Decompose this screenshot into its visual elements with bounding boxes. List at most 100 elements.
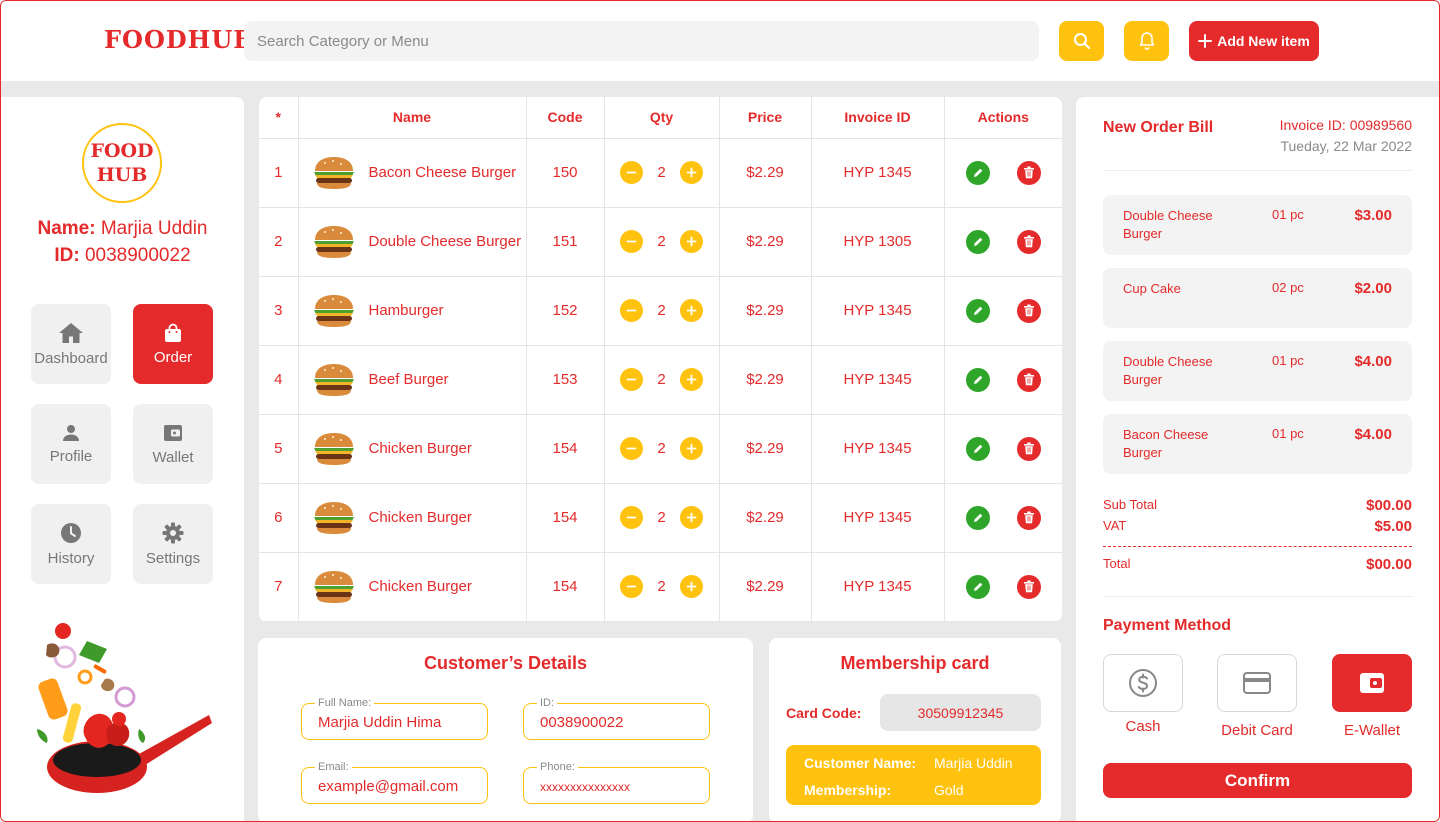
app-logo[interactable]: FOODHUB bbox=[104, 25, 255, 54]
burger-image bbox=[313, 363, 354, 396]
row-price: $2.29 bbox=[719, 207, 812, 277]
edit-button[interactable] bbox=[965, 229, 990, 254]
nav-profile-label: Profile bbox=[49, 447, 93, 465]
payment-cash-button[interactable] bbox=[1103, 654, 1183, 712]
bill-item-price: $2.00 bbox=[1354, 280, 1392, 297]
phone-field[interactable]: Phone: bbox=[523, 761, 710, 804]
edit-button[interactable] bbox=[965, 160, 990, 185]
edit-button[interactable] bbox=[965, 436, 990, 461]
add-new-item-button[interactable]: Add New item bbox=[1189, 21, 1319, 61]
search-input[interactable] bbox=[244, 21, 1039, 61]
delete-button[interactable] bbox=[1016, 436, 1041, 461]
burger-image bbox=[313, 156, 354, 189]
full-name-input[interactable] bbox=[302, 704, 487, 739]
nav-history[interactable]: History bbox=[31, 504, 111, 584]
col-header-code[interactable]: Code bbox=[526, 97, 605, 139]
edit-button[interactable] bbox=[965, 505, 990, 530]
row-index: 4 bbox=[259, 345, 299, 415]
payment-divider bbox=[1103, 596, 1412, 597]
edit-button[interactable] bbox=[965, 298, 990, 323]
qty-increase-button[interactable] bbox=[679, 575, 703, 598]
qty-decrease-button[interactable] bbox=[620, 230, 644, 253]
payment-debit-card-button[interactable] bbox=[1217, 654, 1297, 712]
minus-icon bbox=[626, 516, 637, 519]
qty-decrease-button[interactable] bbox=[620, 506, 644, 529]
table-row[interactable]: 5 Chicken Burger 154 2 $2.29 HYP 1345 bbox=[259, 414, 1062, 484]
nav-wallet[interactable]: Wallet bbox=[133, 404, 213, 484]
bill-item[interactable]: Cup Cake 02 pc $2.00 bbox=[1103, 268, 1412, 328]
search-button[interactable] bbox=[1059, 21, 1104, 61]
qty-increase-button[interactable] bbox=[679, 230, 703, 253]
row-item-name: Double Cheese Burger bbox=[368, 233, 522, 250]
row-index: 7 bbox=[259, 552, 299, 622]
row-qty-value: 2 bbox=[657, 440, 666, 457]
qty-decrease-button[interactable] bbox=[620, 161, 644, 184]
table-row[interactable]: 4 Beef Burger 153 2 $2.29 HYP 1345 bbox=[259, 345, 1062, 415]
add-new-item-label: Add New item bbox=[1217, 33, 1310, 49]
qty-decrease-button[interactable] bbox=[620, 368, 644, 391]
wallet-icon bbox=[1360, 673, 1384, 693]
pencil-icon bbox=[973, 444, 983, 453]
qty-increase-button[interactable] bbox=[679, 161, 703, 184]
bill-item[interactable]: Double Cheese Burger 01 pc $3.00 bbox=[1103, 195, 1412, 255]
full-name-field[interactable]: Full Name: bbox=[301, 697, 488, 740]
col-header-price[interactable]: Price bbox=[719, 97, 812, 139]
delete-button[interactable] bbox=[1016, 160, 1041, 185]
bill-item[interactable]: Double Cheese Burger 01 pc $4.00 bbox=[1103, 341, 1412, 401]
bill-item[interactable]: Bacon Cheese Burger 01 pc $4.00 bbox=[1103, 414, 1412, 474]
burger-image bbox=[313, 432, 354, 465]
confirm-button[interactable]: Confirm bbox=[1103, 763, 1412, 798]
bill-title: New Order Bill bbox=[1103, 119, 1214, 136]
phone-input[interactable] bbox=[524, 768, 709, 803]
edit-button[interactable] bbox=[965, 367, 990, 392]
row-price: $2.29 bbox=[719, 276, 812, 346]
credit-card-icon bbox=[1243, 672, 1271, 694]
customer-id-field[interactable]: ID: bbox=[523, 697, 710, 740]
col-header-name[interactable]: Name bbox=[298, 97, 527, 139]
table-row[interactable]: 6 Chicken Burger 154 2 $2.29 HYP 1345 bbox=[259, 483, 1062, 553]
delete-button[interactable] bbox=[1016, 367, 1041, 392]
row-invoice: HYP 1345 bbox=[811, 552, 945, 622]
row-qty-value: 2 bbox=[657, 371, 666, 388]
qty-increase-button[interactable] bbox=[679, 368, 703, 391]
total-value: $00.00 bbox=[1366, 556, 1412, 573]
col-header-qty[interactable]: Qty bbox=[604, 97, 720, 139]
row-name-cell: Bacon Cheese Burger bbox=[298, 138, 527, 208]
user-name: Name: Marjia Uddin bbox=[1, 218, 244, 240]
table-row[interactable]: 1 Bacon Cheese Burger 150 2 $2.29 HYP 1345 bbox=[259, 138, 1062, 208]
payment-ewallet-button[interactable] bbox=[1332, 654, 1412, 712]
row-name-cell: Chicken Burger bbox=[298, 552, 527, 622]
wallet-icon bbox=[164, 424, 182, 441]
bell-icon bbox=[1139, 32, 1154, 50]
delete-button[interactable] bbox=[1016, 298, 1041, 323]
qty-increase-button[interactable] bbox=[679, 299, 703, 322]
nav-profile[interactable]: Profile bbox=[31, 404, 111, 484]
delete-button[interactable] bbox=[1016, 229, 1041, 254]
email-input[interactable] bbox=[302, 768, 487, 803]
delete-button[interactable] bbox=[1016, 574, 1041, 599]
qty-increase-button[interactable] bbox=[679, 506, 703, 529]
nav-dashboard[interactable]: Dashboard bbox=[31, 304, 111, 384]
edit-button[interactable] bbox=[965, 574, 990, 599]
delete-button[interactable] bbox=[1016, 505, 1041, 530]
table-row[interactable]: 3 Hamburger 152 2 $2.29 HYP 1345 bbox=[259, 276, 1062, 346]
nav-order[interactable]: Order bbox=[133, 304, 213, 384]
row-actions-cell bbox=[944, 345, 1062, 415]
pencil-icon bbox=[973, 513, 983, 522]
row-item-name: Chicken Burger bbox=[368, 440, 472, 457]
email-field[interactable]: Email: bbox=[301, 761, 488, 804]
qty-decrease-button[interactable] bbox=[620, 437, 644, 460]
qty-decrease-button[interactable] bbox=[620, 575, 644, 598]
qty-decrease-button[interactable] bbox=[620, 299, 644, 322]
row-qty-cell: 2 bbox=[604, 345, 720, 415]
row-qty-cell: 2 bbox=[604, 276, 720, 346]
notification-button[interactable] bbox=[1124, 21, 1169, 61]
row-qty-value: 2 bbox=[657, 302, 666, 319]
nav-settings[interactable]: Settings bbox=[133, 504, 213, 584]
col-header-invoice[interactable]: Invoice ID bbox=[811, 97, 945, 139]
table-row[interactable]: 2 Double Cheese Burger 151 2 $2.29 HYP 1305 bbox=[259, 207, 1062, 277]
qty-increase-button[interactable] bbox=[679, 437, 703, 460]
trash-icon bbox=[1023, 304, 1034, 317]
table-row[interactable]: 7 Chicken Burger 154 2 $2.29 HYP 1345 bbox=[259, 552, 1062, 622]
customer-id-input[interactable] bbox=[524, 704, 709, 739]
